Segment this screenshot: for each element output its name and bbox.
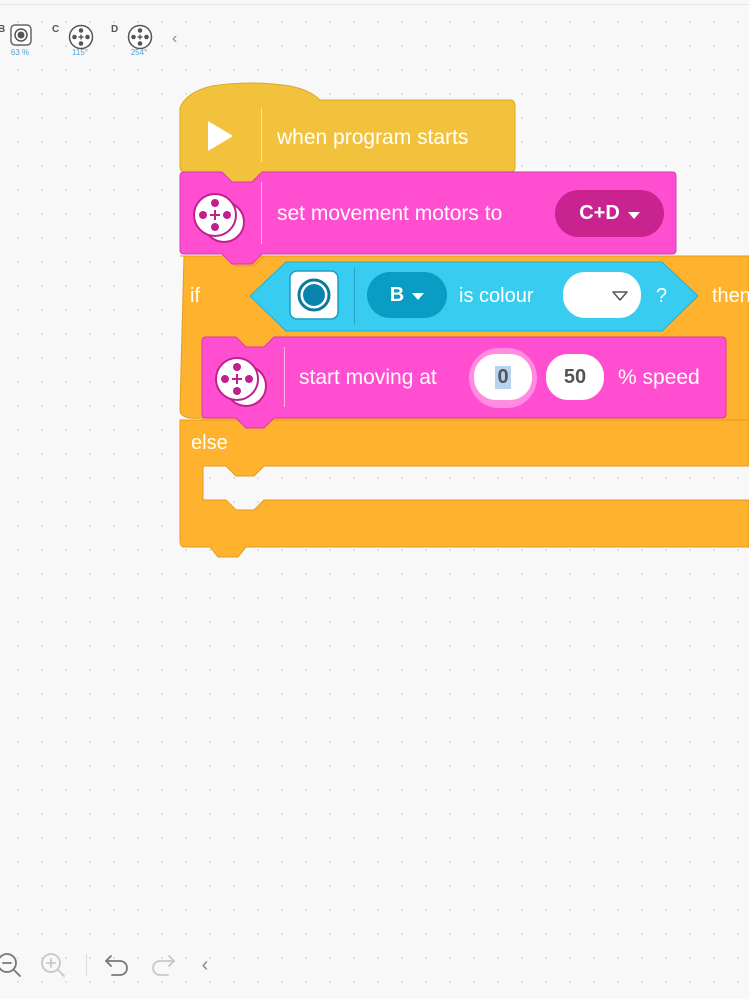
start-moving-label: start moving at xyxy=(299,366,437,389)
color-sensor-icon xyxy=(289,270,339,325)
sensor-port-value: B xyxy=(389,283,405,306)
motor-pair-dropdown[interactable]: C+D xyxy=(555,190,664,237)
speed-value: 50 xyxy=(563,365,587,388)
zoom-in-button[interactable] xyxy=(38,950,68,980)
redo-button[interactable] xyxy=(148,950,178,980)
sensor-port-dropdown[interactable]: B xyxy=(367,272,447,318)
zoom-in-icon xyxy=(41,953,65,977)
block-divider xyxy=(284,347,285,407)
block-divider xyxy=(261,108,262,162)
zoom-out-icon xyxy=(0,953,21,977)
steering-value: 0 xyxy=(495,365,511,389)
block-divider xyxy=(261,182,262,244)
play-icon xyxy=(204,118,236,159)
movement-motors-icon xyxy=(213,355,271,418)
steering-input[interactable]: 0 xyxy=(474,354,532,400)
redo-icon xyxy=(152,955,175,976)
start-block-label: when program starts xyxy=(277,126,469,149)
chevron-down-icon xyxy=(627,211,640,219)
movement-motors-icon xyxy=(191,191,249,254)
collapse-toolbar-chevron-icon[interactable]: ‹ xyxy=(190,950,220,980)
then-label: then xyxy=(712,285,749,307)
motor-pair-value: C+D xyxy=(579,202,620,224)
undo-button[interactable] xyxy=(102,950,132,980)
else-label: else xyxy=(191,432,228,454)
speed-input[interactable]: 50 xyxy=(546,354,604,400)
else-section-shape[interactable] xyxy=(179,419,749,558)
colour-picker-dropdown[interactable] xyxy=(563,272,641,318)
if-label: if xyxy=(190,285,200,307)
zoom-out-button[interactable] xyxy=(0,950,24,980)
chevron-down-icon xyxy=(412,293,425,300)
block-divider xyxy=(354,268,355,324)
speed-suffix-label: % speed xyxy=(618,366,700,389)
set-motors-label: set movement motors to xyxy=(277,202,503,225)
help-question-mark[interactable]: ? xyxy=(656,285,667,308)
is-colour-label: is colour xyxy=(459,285,534,307)
toolbar-divider xyxy=(86,954,87,976)
undo-icon xyxy=(105,955,128,976)
chevron-down-outline-icon xyxy=(612,284,628,307)
